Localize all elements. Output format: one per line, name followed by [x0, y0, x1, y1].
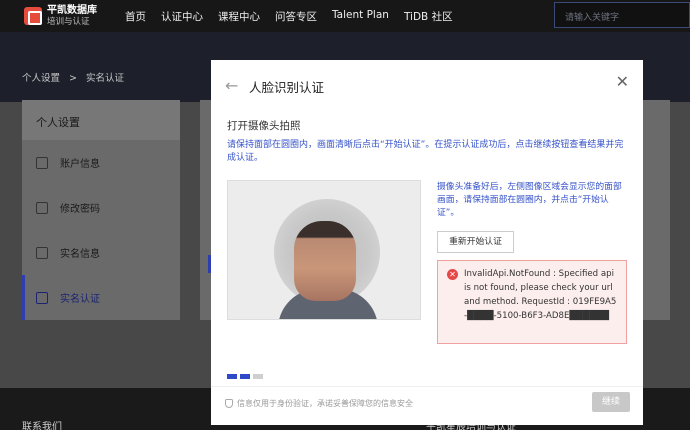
privacy-text: 信息仅用于身份验证，承诺妥善保障您的信息安全 [237, 399, 413, 408]
settings-sidebar: 个人设置 账户信息 修改密码 实名信息 实名认证 [22, 100, 180, 320]
sidebar-item-password[interactable]: 修改密码 [22, 185, 180, 230]
site-logo[interactable]: 平凯数据库 培训与认证 [24, 5, 97, 28]
id-card-icon [36, 291, 48, 304]
error-alert: ✕ InvalidApi.NotFound : Specified api is… [437, 260, 627, 344]
logo-title: 平凯数据库 [47, 4, 97, 16]
sidebar-item-realname-info[interactable]: 实名信息 [22, 230, 180, 275]
sidebar-item-account[interactable]: 账户信息 [22, 140, 180, 185]
camera-subject-face [294, 221, 356, 301]
top-nav-bar: 平凯数据库 培训与认证 首页 认证中心 课程中心 问答专区 Talent Pla… [0, 0, 690, 32]
error-message: InvalidApi.NotFound : Specified api is n… [464, 269, 617, 321]
restart-verification-button[interactable]: 重新开始认证 [437, 231, 514, 253]
face-verification-modal: ← 人脸识别认证 ✕ 打开摄像头拍照 请保持面部在圆圈内，画面清晰后点击“开始认… [211, 60, 643, 425]
progress-step [227, 374, 237, 379]
nav-certification[interactable]: 认证中心 [161, 9, 203, 24]
nav-talent-plan[interactable]: Talent Plan [332, 9, 389, 24]
modal-subtitle: 打开摄像头拍照 [227, 120, 301, 132]
search-input[interactable]: 请输入关键字 [554, 2, 690, 28]
shield-check-icon [36, 201, 48, 214]
error-icon: ✕ [447, 269, 458, 280]
footer-contact: 联系我们 [22, 422, 62, 430]
list-icon [36, 156, 48, 169]
nav-tidb-community[interactable]: TiDB 社区 [404, 9, 453, 24]
id-card-icon [36, 246, 48, 259]
main-nav: 首页 认证中心 课程中心 问答专区 Talent Plan TiDB 社区 [125, 9, 468, 24]
continue-button[interactable]: 继续 [592, 392, 630, 412]
modal-title: 人脸识别认证 [249, 80, 325, 95]
close-icon[interactable]: ✕ [616, 72, 629, 91]
nav-qa[interactable]: 问答专区 [275, 9, 317, 24]
progress-steps [227, 374, 266, 379]
camera-preview [227, 180, 421, 320]
camera-instructions: 摄像头准备好后，左侧图像区域会显示您的面部画面，请保持面部在圆圈内，并点击“开始… [437, 182, 622, 218]
sidebar-item-label: 修改密码 [60, 204, 100, 215]
sidebar-item-realname-verify[interactable]: 实名认证 [22, 275, 180, 320]
progress-step [240, 374, 250, 379]
progress-step [253, 374, 263, 379]
breadcrumb-separator: > [69, 73, 78, 84]
breadcrumb: 个人设置 > 实名认证 [22, 70, 130, 84]
logo-subtitle: 培训与认证 [47, 16, 90, 27]
breadcrumb-item-settings[interactable]: 个人设置 [22, 73, 60, 84]
nav-courses[interactable]: 课程中心 [218, 9, 260, 24]
sidebar-item-label: 实名认证 [60, 294, 100, 305]
nav-home[interactable]: 首页 [125, 9, 146, 24]
sidebar-title: 个人设置 [22, 100, 180, 140]
breadcrumb-item-verification: 实名认证 [86, 73, 125, 84]
shield-icon [225, 399, 233, 408]
logo-icon [24, 7, 42, 25]
privacy-notice: 信息仅用于身份验证，承诺妥善保障您的信息安全 [225, 398, 413, 409]
modal-divider [211, 386, 643, 387]
back-arrow-icon[interactable]: ← [225, 76, 238, 95]
sidebar-item-label: 账户信息 [60, 159, 100, 170]
sidebar-item-label: 实名信息 [60, 249, 100, 260]
modal-hint: 请保持面部在圆圈内，画面清晰后点击“开始认证”。在提示认证成功后，点击继续按钮查… [227, 140, 624, 163]
